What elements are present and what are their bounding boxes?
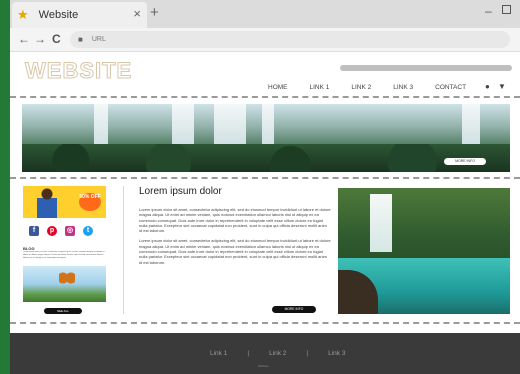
main-menu: HOME LINK 1 LINK 2 LINK 3 CONTACT [268, 84, 488, 91]
tab-title: Website [38, 9, 79, 21]
divider-bottom [10, 322, 520, 324]
url-input[interactable]: ■ URL [70, 31, 510, 48]
menu-link-3[interactable]: LINK 3 [393, 84, 413, 91]
minimize-icon[interactable]: – [485, 4, 492, 18]
forward-icon[interactable]: → [34, 32, 46, 46]
twitter-icon[interactable]: t [83, 226, 93, 236]
menu-contact[interactable]: CONTACT [435, 84, 466, 91]
blog-text: Lorem ipsum dolor sit amet, consectetur … [23, 251, 105, 259]
footer-link-2[interactable]: Link 2 [269, 350, 286, 357]
butterfly-icon [59, 272, 75, 286]
article-paragraph: Lorem ipsum dolor sit amet, consectetur … [139, 238, 331, 265]
pinterest-icon[interactable]: p [47, 226, 57, 236]
footer-link-1[interactable]: Link 1 [210, 350, 227, 357]
instagram-icon[interactable]: ◎ [65, 226, 75, 236]
menu-home[interactable]: HOME [268, 84, 288, 91]
address-bar: ← → C ■ URL [10, 28, 520, 52]
close-icon[interactable]: × [133, 6, 141, 21]
article-more-info-button[interactable]: MORE INFO [272, 306, 316, 313]
butterfly-image[interactable] [23, 266, 106, 302]
cart-icon[interactable]: ▼ [498, 82, 506, 91]
back-icon[interactable]: ← [18, 32, 30, 46]
star-icon: ★ [17, 7, 29, 22]
browser-window: ★ Website × + – ← → C ■ URL WEBSITE HOME… [10, 0, 520, 374]
menu-link-1[interactable]: LINK 1 [310, 84, 330, 91]
user-icon[interactable]: ● [485, 82, 490, 91]
article: Lorem ipsum dolor Lorem ipsum dolor sit … [139, 186, 331, 316]
reload-icon[interactable]: C [52, 32, 61, 46]
menu-link-2[interactable]: LINK 2 [351, 84, 371, 91]
see-all-button[interactable]: SEE ALL [44, 308, 82, 314]
hero-banner: MORE INFO [22, 104, 510, 172]
waterfall-graphic [370, 194, 392, 252]
site-footer: Link 1 | Link 2 | Link 3 Website [10, 333, 520, 374]
sidebar: 50% OFF f p ◎ t BLOG Lorem ipsum dolor s… [22, 186, 114, 316]
column-divider [123, 186, 124, 314]
ad-banner[interactable]: 50% OFF [23, 186, 106, 218]
article-title: Lorem ipsum dolor [139, 186, 222, 197]
footer-links: Link 1 | Link 2 | Link 3 [210, 350, 345, 357]
divider-top [10, 96, 520, 98]
url-text: URL [91, 36, 106, 43]
footer-separator: | [306, 350, 309, 357]
forest-graphic [22, 144, 510, 172]
social-links: f p ◎ t [29, 226, 93, 236]
site-header: WEBSITE HOME LINK 1 LINK 2 LINK 3 CONTAC… [10, 52, 520, 94]
maximize-icon[interactable] [502, 5, 511, 14]
waterfall-photo[interactable] [338, 188, 510, 314]
divider-middle [10, 177, 520, 179]
tab-bar: ★ Website × + – [10, 0, 520, 28]
new-tab-icon[interactable]: + [150, 4, 159, 21]
site-logo[interactable]: WEBSITE [24, 58, 132, 84]
lock-icon: ■ [78, 35, 83, 44]
search-bar[interactable] [340, 65, 512, 71]
megaphone-person-image [37, 188, 57, 218]
footer-copyright: Website [258, 364, 269, 368]
footer-link-3[interactable]: Link 3 [328, 350, 345, 357]
discount-badge: 50% OFF [79, 193, 101, 211]
footer-separator: | [247, 350, 250, 357]
tab-website[interactable]: ★ Website × [12, 2, 147, 28]
article-paragraph: Lorem ipsum dolor sit amet, consectetur … [139, 207, 331, 234]
facebook-icon[interactable]: f [29, 226, 39, 236]
hero-more-info-button[interactable]: MORE INFO [444, 158, 486, 165]
